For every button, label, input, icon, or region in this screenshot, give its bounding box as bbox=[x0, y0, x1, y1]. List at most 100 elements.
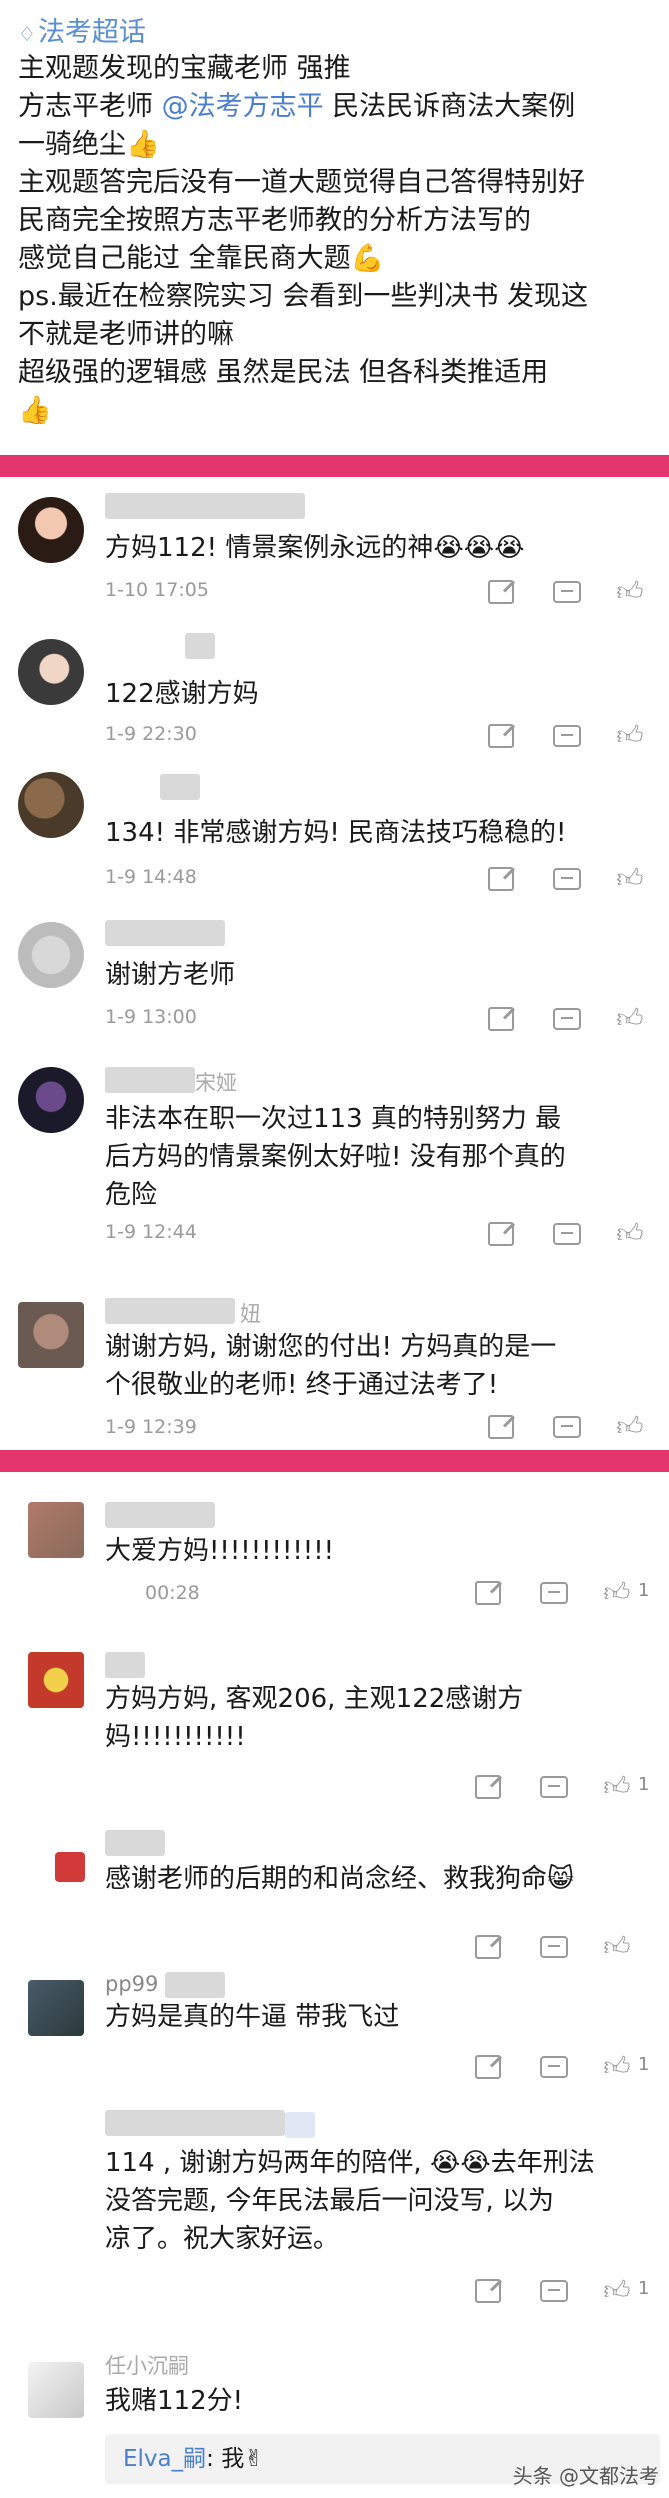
like-count: 1 bbox=[638, 2054, 650, 2075]
reply-text: Elva_嗣: 我✌ bbox=[123, 2446, 264, 2472]
comment-item: 妞 谢谢方妈, 谢谢您的付出! 方妈真的是一 个很敬业的老师! 终于通过法考了!… bbox=[0, 1262, 669, 1447]
username-blurred bbox=[165, 1972, 225, 1998]
edit-icon[interactable] bbox=[488, 1222, 514, 1246]
edit-icon[interactable] bbox=[475, 2055, 501, 2079]
comment-actions: 👍︎ 1 bbox=[475, 2274, 665, 2308]
comment-text: 122感谢方妈 bbox=[105, 679, 259, 709]
comment-text: 感谢老师的后期的和尚念经、救我狗命😸 bbox=[105, 1864, 575, 1894]
avatar[interactable] bbox=[18, 1067, 84, 1133]
edit-icon[interactable] bbox=[488, 1415, 514, 1439]
edit-icon[interactable] bbox=[475, 2279, 501, 2303]
like-icon[interactable]: 👍︎ bbox=[613, 1002, 647, 1036]
edit-icon[interactable] bbox=[488, 580, 514, 604]
edit-icon[interactable] bbox=[475, 1935, 501, 1959]
comment-actions: 👍︎ bbox=[488, 1217, 658, 1251]
edit-icon[interactable] bbox=[475, 1581, 501, 1605]
comment-icon[interactable] bbox=[540, 2280, 568, 2302]
like-count: 1 bbox=[638, 2278, 650, 2299]
comment-icon[interactable] bbox=[553, 1416, 581, 1438]
avatar[interactable] bbox=[28, 1502, 84, 1558]
comment-icon[interactable] bbox=[540, 2056, 568, 2078]
comment-text: 大爱方妈!!!!!!!!!!!! bbox=[105, 1536, 335, 1566]
comment-text: 谢谢方老师 bbox=[105, 960, 236, 990]
comment-icon[interactable] bbox=[553, 1008, 581, 1030]
avatar[interactable] bbox=[18, 772, 84, 838]
comment-actions: 👍︎ bbox=[488, 719, 658, 753]
like-icon[interactable]: 👍︎ bbox=[600, 1576, 634, 1610]
like-icon[interactable]: 👍︎ bbox=[613, 719, 647, 753]
comment-item: 114 , 谢谢方妈两年的陪伴, 😭😭去年刑法 没答完题, 今年民法最后一问没写… bbox=[0, 2102, 669, 2332]
like-icon[interactable]: 👍︎ bbox=[613, 1217, 647, 1251]
comment-text: 没答完题, 今年民法最后一问没写, 以为 bbox=[105, 2186, 555, 2216]
comment-actions: 👍︎ bbox=[488, 575, 658, 609]
username-blurred bbox=[160, 774, 200, 800]
avatar[interactable] bbox=[18, 922, 84, 988]
comment-item: 122感谢方妈 1-9 22:30 👍︎ bbox=[0, 627, 669, 762]
comment-time: 1-9 14:48 bbox=[105, 866, 197, 888]
edit-icon[interactable] bbox=[488, 724, 514, 748]
avatar[interactable] bbox=[28, 1652, 84, 1708]
edit-icon[interactable] bbox=[488, 867, 514, 891]
comment-time: 1-9 12:39 bbox=[105, 1416, 197, 1438]
username-blurred bbox=[105, 2110, 285, 2136]
topic-tag[interactable]: ♢法考超话 bbox=[18, 10, 146, 49]
avatar[interactable] bbox=[55, 1852, 85, 1882]
comment-icon[interactable] bbox=[553, 581, 581, 603]
post-line: 民商完全按照方志平老师教的分析方法写的 bbox=[18, 205, 531, 236]
like-icon[interactable]: 👍︎ bbox=[613, 862, 647, 896]
comment-item: pp99 方妈是真的牛逼 带我飞过 👍︎ 1 bbox=[0, 1972, 669, 2102]
avatar[interactable] bbox=[28, 2362, 84, 2418]
like-icon[interactable]: 👍︎ bbox=[600, 1930, 634, 1964]
username: 宋娅 bbox=[195, 1071, 237, 1095]
avatar[interactable] bbox=[28, 1980, 84, 2036]
edit-icon[interactable] bbox=[475, 1775, 501, 1799]
comment-actions: 👍︎ bbox=[488, 862, 658, 896]
username-blurred bbox=[105, 1652, 145, 1678]
section-divider bbox=[0, 1450, 669, 1472]
comment-icon[interactable] bbox=[553, 725, 581, 747]
username-blurred bbox=[105, 493, 305, 519]
reply-username[interactable]: Elva_嗣 bbox=[123, 2446, 206, 2472]
like-icon[interactable]: 👍︎ bbox=[613, 1410, 647, 1444]
comment-text: 方妈是真的牛逼 带我飞过 bbox=[105, 2002, 400, 2032]
comment-item: 谢谢方老师 1-9 13:00 👍︎ bbox=[0, 902, 669, 1037]
post-line: 主观题发现的宝藏老师 强推 bbox=[18, 53, 351, 84]
like-icon[interactable]: 👍︎ bbox=[600, 2274, 634, 2308]
avatar[interactable] bbox=[18, 1302, 84, 1368]
avatar[interactable] bbox=[18, 497, 84, 563]
comment-icon[interactable] bbox=[540, 1582, 568, 1604]
like-icon[interactable]: 👍︎ bbox=[600, 2050, 634, 2084]
post-line: 主观题答完后没有一道大题觉得自己答得特别好 bbox=[18, 167, 585, 198]
comment-icon[interactable] bbox=[553, 1223, 581, 1245]
comment-time: 1-10 17:05 bbox=[105, 579, 209, 601]
post-line: 方志平老师 @法考方志平 民法民诉商法大案例 bbox=[18, 91, 576, 122]
watermark: 头条 @文都法考 bbox=[512, 2464, 659, 2488]
comment-actions: 👍︎ 1 bbox=[475, 1770, 665, 1804]
like-count: 1 bbox=[638, 1774, 650, 1795]
comment-time: 1-9 12:44 bbox=[105, 1221, 197, 1243]
comment-icon[interactable] bbox=[540, 1776, 568, 1798]
comment-text: 非法本在职一次过113 真的特别努力 最 bbox=[105, 1104, 562, 1134]
comment-item: 方妈112! 情景案例永远的神😭😭😭 1-10 17:05 👍︎ bbox=[0, 477, 669, 627]
comment-item: 134! 非常感谢方妈! 民商法技巧稳稳的! 1-9 14:48 👍︎ bbox=[0, 762, 669, 902]
comment-time: 1-9 22:30 bbox=[105, 723, 197, 745]
like-icon[interactable]: 👍︎ bbox=[613, 575, 647, 609]
comment-text: 凉了。祝大家好运。 bbox=[105, 2224, 340, 2254]
comment-text: 危险 bbox=[105, 1180, 158, 1210]
like-icon[interactable]: 👍︎ bbox=[600, 1770, 634, 1804]
edit-icon[interactable] bbox=[488, 1007, 514, 1031]
username-blurred bbox=[105, 1067, 195, 1093]
username: 妞 bbox=[240, 1302, 261, 1326]
comment-icon[interactable] bbox=[540, 1936, 568, 1958]
comment-actions: 👍︎ 1 bbox=[475, 2050, 665, 2084]
comment-text: 我赌112分! bbox=[105, 2386, 244, 2416]
post-body: 主观题发现的宝藏老师 强推 方志平老师 @法考方志平 民法民诉商法大案例 一骑绝… bbox=[18, 50, 663, 430]
post-line: 一骑绝尘👍 bbox=[18, 129, 160, 160]
mention-link[interactable]: @法考方志平 bbox=[162, 91, 324, 122]
like-count: 1 bbox=[638, 1580, 650, 1601]
comment-icon[interactable] bbox=[553, 868, 581, 890]
comment-text: 后方妈的情景案例太好啦! 没有那个真的 bbox=[105, 1142, 566, 1172]
comment-text: 134! 非常感谢方妈! 民商法技巧稳稳的! bbox=[105, 818, 567, 848]
comment-text: 114 , 谢谢方妈两年的陪伴, 😭😭去年刑法 bbox=[105, 2148, 595, 2178]
avatar[interactable] bbox=[18, 639, 84, 705]
